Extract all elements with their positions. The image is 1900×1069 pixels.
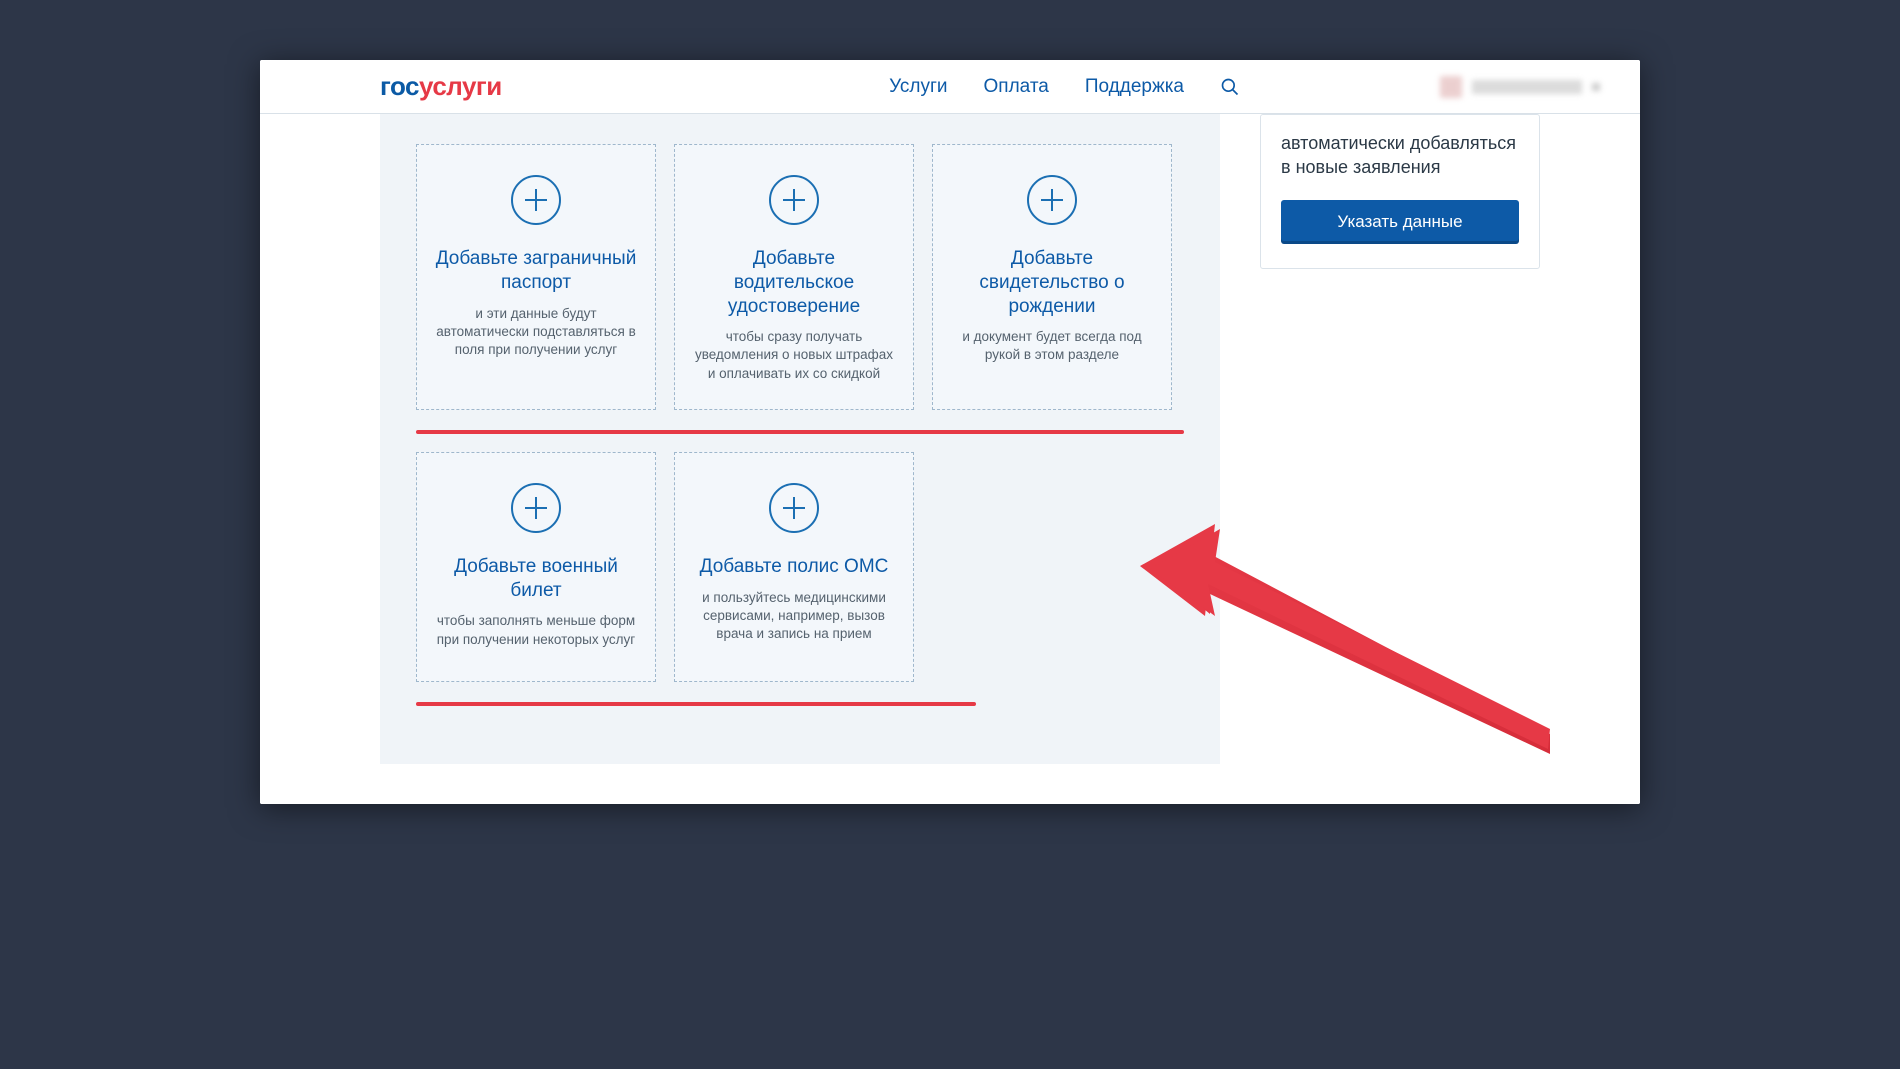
documents-panel: Добавьте заграничный паспорт и эти данны…	[380, 114, 1220, 764]
browser-window: госуслуги Услуги Оплата Поддержка Добавь…	[260, 60, 1640, 804]
annotation-underline-2	[416, 702, 976, 706]
card-military-id[interactable]: Добавьте военный билет чтобы заполнять м…	[416, 452, 656, 682]
card-title: Добавьте заграничный паспорт	[435, 247, 637, 295]
card-desc: и пользуйтесь медицинскими сервисами, на…	[693, 589, 895, 644]
specify-data-button[interactable]: Указать данные	[1281, 200, 1519, 244]
card-title: Добавьте свидетельство о рождении	[951, 247, 1153, 318]
card-oms-policy[interactable]: Добавьте полис ОМС и пользуйтесь медицин…	[674, 452, 914, 682]
annotation-underline-1	[416, 430, 1184, 434]
site-header: госуслуги Услуги Оплата Поддержка	[260, 60, 1640, 114]
card-title: Добавьте водительское удостоверение	[693, 247, 895, 318]
logo-part-uslugi: услуги	[419, 71, 502, 101]
main-nav: Услуги Оплата Поддержка	[889, 76, 1240, 98]
page-content: Добавьте заграничный паспорт и эти данны…	[260, 114, 1640, 804]
card-title: Добавьте полис ОМС	[693, 555, 895, 579]
cards-row-2: Добавьте военный билет чтобы заполнять м…	[416, 452, 1184, 682]
card-driver-license[interactable]: Добавьте водительское удостоверение чтоб…	[674, 144, 914, 410]
card-title: Добавьте военный билет	[435, 555, 637, 603]
chevron-down-icon	[1592, 83, 1600, 91]
nav-payment[interactable]: Оплата	[984, 76, 1049, 98]
side-promo-panel: автоматически добавляться в новые заявле…	[1260, 114, 1540, 269]
logo-part-gos: гос	[380, 71, 419, 101]
nav-services[interactable]: Услуги	[889, 76, 947, 98]
card-desc: и эти данные будут автоматически подстав…	[435, 305, 637, 360]
cards-row-1: Добавьте заграничный паспорт и эти данны…	[416, 144, 1184, 410]
card-desc: и документ будет всегда под рукой в этом…	[951, 328, 1153, 364]
nav-support[interactable]: Поддержка	[1085, 76, 1184, 98]
card-foreign-passport[interactable]: Добавьте заграничный паспорт и эти данны…	[416, 144, 656, 410]
plus-icon	[1027, 175, 1077, 225]
plus-icon	[769, 483, 819, 533]
avatar	[1440, 76, 1462, 98]
site-logo[interactable]: госуслуги	[380, 71, 502, 102]
card-desc: чтобы заполнять меньше форм при получени…	[435, 612, 637, 648]
plus-icon	[511, 483, 561, 533]
plus-icon	[769, 175, 819, 225]
card-desc: чтобы сразу получать уведомления о новых…	[693, 328, 895, 383]
search-icon[interactable]	[1220, 77, 1240, 97]
user-menu[interactable]	[1440, 76, 1600, 98]
user-name-blurred	[1472, 80, 1582, 94]
side-text: автоматически добавляться в новые заявле…	[1281, 131, 1519, 180]
card-birth-certificate[interactable]: Добавьте свидетельство о рождении и доку…	[932, 144, 1172, 410]
plus-icon	[511, 175, 561, 225]
